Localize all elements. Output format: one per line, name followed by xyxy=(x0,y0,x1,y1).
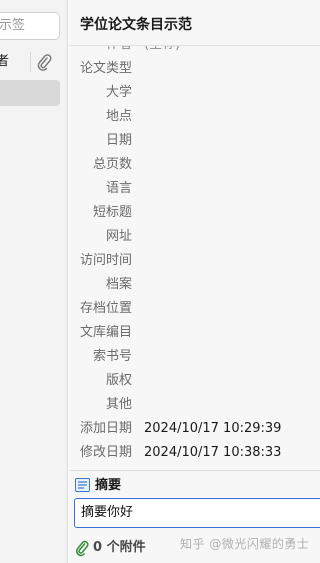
field-label: 日期 xyxy=(105,133,132,148)
field-row-creator[interactable]: 作者 (全称) xyxy=(69,46,320,56)
field-label: 访问时间 xyxy=(79,253,132,268)
column-header-creator[interactable]: 者 xyxy=(0,50,9,74)
paperclip-icon[interactable] xyxy=(36,53,52,71)
field-label: 存档位置 xyxy=(79,301,132,316)
field-value[interactable]: (全称) xyxy=(144,46,180,56)
field-row-date-modified: 修改日期 2024/10/17 10:38:33 xyxy=(69,442,320,464)
field-row-call-number[interactable]: 索书号 xyxy=(69,346,320,368)
field-row-accessed[interactable]: 访问时间 xyxy=(69,250,320,272)
field-row-url[interactable]: 网址 xyxy=(69,226,320,248)
field-row-extra[interactable]: 其他 xyxy=(69,394,320,416)
field-label: 版权 xyxy=(105,373,132,388)
field-label: 作者 xyxy=(106,46,132,56)
field-row-date[interactable]: 日期 xyxy=(69,130,320,152)
selected-item-row[interactable] xyxy=(0,80,60,106)
items-list-pane: 示签 者 xyxy=(0,0,68,563)
attachments-count: 0 个附件 xyxy=(93,540,146,555)
field-label: 文库编目 xyxy=(79,325,132,340)
column-header-row[interactable]: 者 xyxy=(0,50,67,74)
field-row-place[interactable]: 地点 xyxy=(69,106,320,128)
field-label: 地点 xyxy=(105,109,132,124)
field-row-rights[interactable]: 版权 xyxy=(69,370,320,392)
item-header: 学位论文条目示范 xyxy=(69,0,320,46)
section-divider xyxy=(69,470,320,471)
field-label: 短标题 xyxy=(92,205,132,220)
field-label: 语言 xyxy=(105,181,132,196)
field-value: 2024/10/17 10:29:39 xyxy=(144,421,282,436)
item-title[interactable]: 学位论文条目示范 xyxy=(80,14,192,34)
paperclip-icon xyxy=(75,540,89,557)
item-detail-pane: 学位论文条目示范 作者 (全称) 论文类型 大学 地点 日期 总页数 语言 xyxy=(69,0,320,563)
abstract-field[interactable]: 摘要你好 xyxy=(74,498,320,528)
field-label: 总页数 xyxy=(92,157,132,172)
field-label: 添加日期 xyxy=(79,421,132,436)
field-label: 索书号 xyxy=(92,349,132,364)
field-label: 其他 xyxy=(105,397,132,412)
field-row-thesis-type[interactable]: 论文类型 xyxy=(69,58,320,80)
abstract-label: 摘要 xyxy=(95,478,122,493)
column-divider[interactable] xyxy=(30,52,31,72)
watermark: 知乎 @微光闪耀的勇士 xyxy=(180,537,310,551)
field-row-language[interactable]: 语言 xyxy=(69,178,320,200)
item-fields: 作者 (全称) 论文类型 大学 地点 日期 总页数 语言 短标题 xyxy=(69,46,320,470)
abstract-icon xyxy=(75,478,90,492)
field-label: 档案 xyxy=(105,277,132,292)
field-label: 大学 xyxy=(105,85,132,100)
field-value: 2024/10/17 10:38:33 xyxy=(144,445,282,460)
field-label: 网址 xyxy=(105,229,132,244)
field-row-archive-location[interactable]: 存档位置 xyxy=(69,298,320,320)
field-row-date-added: 添加日期 2024/10/17 10:29:39 xyxy=(69,418,320,440)
field-row-short-title[interactable]: 短标题 xyxy=(69,202,320,224)
field-row-library-catalog[interactable]: 文库编目 xyxy=(69,322,320,344)
field-row-archive[interactable]: 档案 xyxy=(69,274,320,296)
field-row-num-pages[interactable]: 总页数 xyxy=(69,154,320,176)
tag-filter-input[interactable]: 示签 xyxy=(0,12,60,40)
field-label: 论文类型 xyxy=(79,61,132,76)
field-label: 修改日期 xyxy=(79,445,132,460)
field-row-university[interactable]: 大学 xyxy=(69,82,320,104)
